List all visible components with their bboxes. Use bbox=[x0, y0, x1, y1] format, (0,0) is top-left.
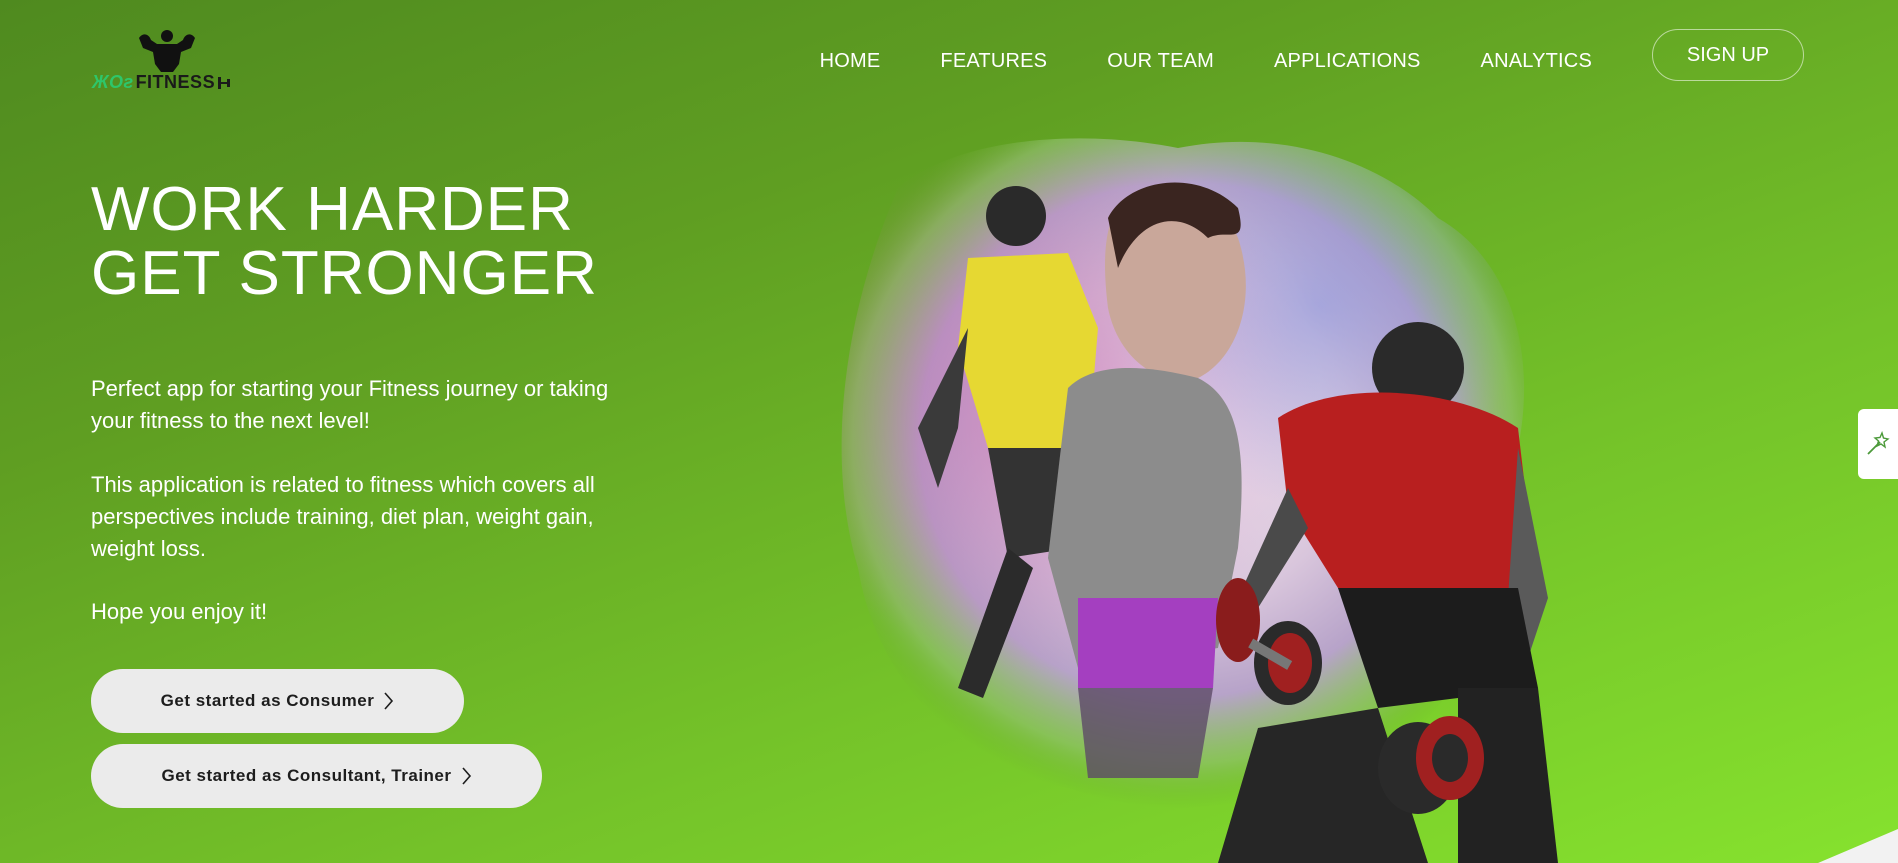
get-started-trainer-button[interactable]: Get started as Consultant, Trainer bbox=[91, 744, 542, 808]
nav-applications[interactable]: APPLICATIONS bbox=[1274, 50, 1421, 73]
side-tool-tab[interactable] bbox=[1858, 409, 1898, 479]
trainer-button-label: Get started as Consultant, Trainer bbox=[161, 766, 452, 785]
hero-paragraph-2: This application is related to fitness w… bbox=[91, 472, 595, 561]
logo-prefix: ЖОг bbox=[92, 72, 134, 92]
barbell-icon bbox=[218, 76, 231, 89]
magic-wand-icon bbox=[1867, 431, 1890, 455]
chevron-right-icon bbox=[384, 692, 394, 710]
chevron-right-icon bbox=[461, 767, 472, 785]
hero-athletes-image bbox=[841, 138, 1558, 863]
signup-button[interactable]: SIGN UP bbox=[1652, 29, 1804, 81]
site-logo[interactable]: ЖОг FITNESS bbox=[92, 28, 242, 96]
nav-our-team[interactable]: OUR TEAM bbox=[1107, 50, 1214, 73]
nav-features[interactable]: FEATURES bbox=[940, 50, 1047, 73]
consumer-button-label: Get started as Consumer bbox=[160, 691, 375, 710]
nav-analytics[interactable]: ANALYTICS bbox=[1481, 50, 1592, 73]
headline-line-1: WORK HARDER bbox=[91, 175, 574, 244]
decorative-corner bbox=[1818, 829, 1898, 863]
bodybuilder-icon bbox=[139, 30, 195, 72]
hero-paragraph-3: Hope you enjoy it! bbox=[91, 599, 268, 624]
main-nav: HOME FEATURES OUR TEAM APPLICATIONS ANAL… bbox=[820, 29, 1804, 81]
logo-wordmark: FITNESS bbox=[135, 72, 216, 92]
nav-home[interactable]: HOME bbox=[820, 50, 881, 73]
hero-headline: WORK HARDER GET STRONGER bbox=[91, 178, 598, 306]
get-started-consumer-button[interactable]: Get started as Consumer bbox=[91, 669, 464, 733]
hero-paragraph-1: Perfect app for starting your Fitness jo… bbox=[91, 376, 609, 433]
headline-line-2: GET STRONGER bbox=[91, 239, 598, 308]
